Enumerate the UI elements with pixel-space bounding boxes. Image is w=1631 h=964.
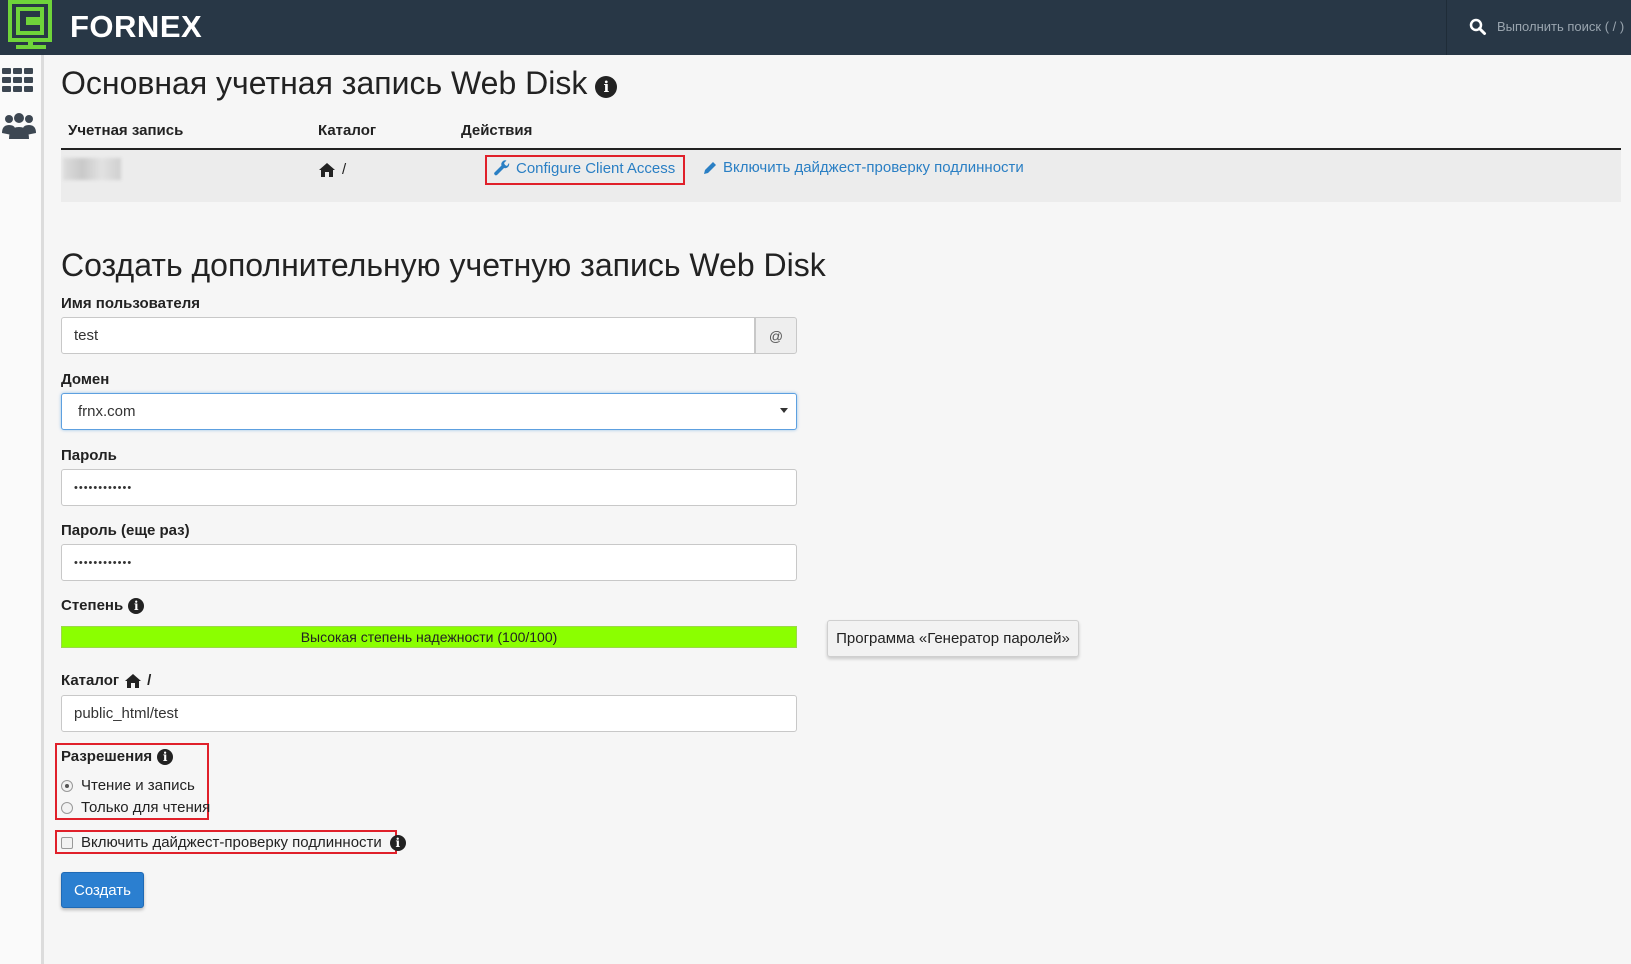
digest-auth-checkbox[interactable] <box>61 836 73 849</box>
configure-client-access-link[interactable]: Configure Client Access <box>493 159 675 177</box>
password-confirm-input[interactable]: •••••••••••• <box>61 544 797 581</box>
domain-selected-value: frnx.com <box>78 403 136 420</box>
at-addon: @ <box>755 317 797 354</box>
domain-label: Домен <box>61 371 110 388</box>
directory-cell: / <box>318 161 346 178</box>
directory-path: / <box>342 161 347 178</box>
username-label: Имя пользователя <box>61 295 200 312</box>
search-bar[interactable]: Выполнить поиск ( / ) <box>1446 0 1631 55</box>
fornex-logo-icon[interactable] <box>8 0 54 50</box>
column-header-directory: Каталог <box>318 122 377 139</box>
permissions-label-text: Разрешения <box>61 748 153 765</box>
page-title: Основная учетная запись Web Disk i <box>61 65 618 102</box>
create-section-title: Создать дополнительную учетную запись We… <box>61 247 826 283</box>
info-icon[interactable]: i <box>128 597 145 614</box>
read-write-label[interactable]: Чтение и запись <box>81 777 195 794</box>
strength-label: Степень i <box>61 597 145 614</box>
password-input[interactable]: •••••••••••• <box>61 469 797 506</box>
password-strength-meter: Высокая степень надежности (100/100) <box>61 626 797 648</box>
strength-label-text: Степень <box>61 597 124 614</box>
sidebar <box>0 55 44 964</box>
users-icon[interactable] <box>2 111 36 141</box>
home-icon <box>125 673 142 688</box>
apps-grid-icon[interactable] <box>2 65 36 95</box>
password-generator-button[interactable]: Программа «Генератор паролей» <box>827 620 1079 657</box>
column-header-account: Учетная запись <box>68 122 184 139</box>
home-icon <box>319 162 335 177</box>
directory-input[interactable]: public_html/test <box>61 695 797 732</box>
password-confirm-label: Пароль (еще раз) <box>61 522 190 539</box>
search-placeholder[interactable]: Выполнить поиск ( / ) <box>1497 19 1624 34</box>
info-icon[interactable]: i <box>157 748 174 765</box>
top-bar: FORNEX Выполнить поиск ( / ) <box>0 0 1631 55</box>
permission-read-only-option[interactable]: Только для чтения <box>61 799 210 816</box>
directory-label-text: Каталог <box>61 672 120 689</box>
configure-client-access-label[interactable]: Configure Client Access <box>516 160 675 177</box>
table-row <box>61 150 1621 202</box>
permission-read-write-option[interactable]: Чтение и запись <box>61 777 195 794</box>
enable-digest-auth-link[interactable]: Включить дайджест-проверку подлинности <box>703 159 1024 176</box>
permissions-label: Разрешения i <box>61 748 174 765</box>
enable-digest-auth-label[interactable]: Включить дайджест-проверку подлинности <box>723 159 1024 176</box>
password-label: Пароль <box>61 447 117 464</box>
wrench-icon <box>494 160 510 176</box>
brand-name: FORNEX <box>70 9 203 44</box>
chevron-down-icon <box>780 408 788 413</box>
read-only-label[interactable]: Только для чтения <box>81 799 210 816</box>
directory-label-suffix: / <box>147 672 152 689</box>
search-icon[interactable] <box>1469 18 1487 36</box>
radio-read-only[interactable] <box>61 801 73 814</box>
create-button[interactable]: Создать <box>61 872 144 908</box>
password-masked-value: •••••••••••• <box>74 481 133 494</box>
account-name-redacted <box>63 158 121 180</box>
directory-label: Каталог / <box>61 672 151 689</box>
column-header-actions: Действия <box>461 122 533 139</box>
password-confirm-masked-value: •••••••••••• <box>74 556 133 569</box>
digest-auth-option[interactable]: Включить дайджест-проверку подлинности i <box>61 834 406 851</box>
pencil-icon <box>704 162 716 174</box>
username-input[interactable]: test <box>61 317 755 354</box>
info-icon[interactable]: i <box>595 76 618 98</box>
domain-select[interactable]: frnx.com <box>61 393 797 430</box>
radio-read-write[interactable] <box>61 779 73 792</box>
digest-auth-label[interactable]: Включить дайджест-проверку подлинности <box>81 834 382 851</box>
info-icon[interactable]: i <box>389 834 406 851</box>
